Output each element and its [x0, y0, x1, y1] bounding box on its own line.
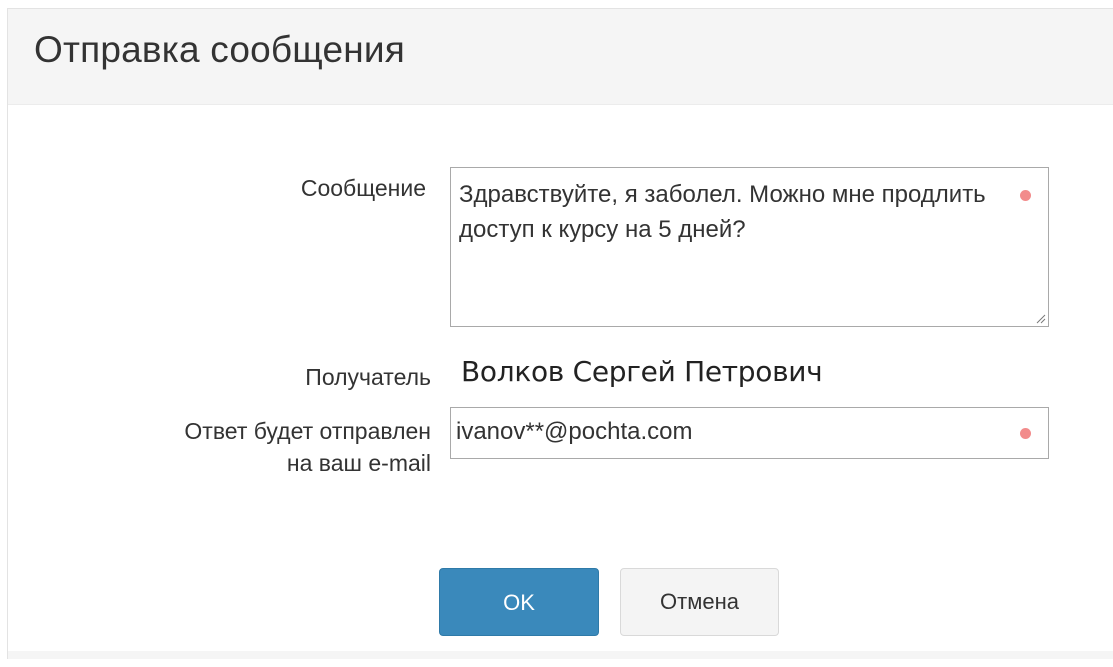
reply-email-label: Ответ будет отправлен на ваш e-mail — [184, 418, 431, 476]
email-field[interactable]: ivanov**@pochta.com — [450, 407, 1049, 459]
dialog-footer — [8, 651, 1113, 659]
recipient-value: Волков Сергей Петрович — [461, 355, 823, 388]
send-message-dialog: Отправка сообщения Сообщение Здравствуйт… — [7, 8, 1113, 659]
resize-grip-icon[interactable] — [1034, 312, 1046, 324]
message-text: Здравствуйте, я заболел. Можно мне продл… — [459, 181, 993, 243]
recipient-label: Получатель — [305, 364, 431, 390]
message-textarea[interactable]: Здравствуйте, я заболел. Можно мне продл… — [450, 167, 1049, 327]
required-dot-icon — [1020, 428, 1031, 439]
message-label: Сообщение — [300, 175, 426, 201]
dialog-header: Отправка сообщения — [8, 9, 1113, 105]
email-value: ivanov**@pochta.com — [456, 418, 693, 445]
ok-button[interactable]: OK — [439, 568, 599, 636]
dialog-title: Отправка сообщения — [34, 29, 406, 70]
required-dot-icon — [1020, 190, 1031, 201]
cancel-button[interactable]: Отмена — [620, 568, 779, 636]
